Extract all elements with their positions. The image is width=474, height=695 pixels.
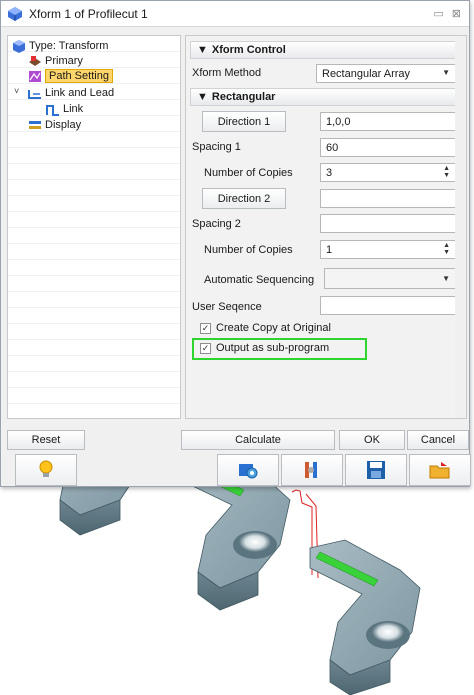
xform-app-icon xyxy=(8,6,22,21)
copies1-label: Number of Copies xyxy=(204,167,293,179)
properties-panel: ▼ Xform Control Xform Method Rectangular… xyxy=(185,35,467,419)
tree-item-type[interactable]: Type: Transform xyxy=(12,39,108,53)
xform-dialog: Xform 1 of Profilecut 1 ▭ ⊠ Type: Transf… xyxy=(0,0,471,487)
xform-control-header[interactable]: ▼ Xform Control xyxy=(190,41,460,59)
tree-item-path-setting[interactable]: Path Setting xyxy=(28,69,113,83)
sub-program-checkbox[interactable]: ✓ Output as sub-program xyxy=(200,342,329,354)
spacing2-field[interactable] xyxy=(320,214,456,233)
spinner-arrows-icon[interactable]: ▲ ▼ xyxy=(443,165,450,179)
link-lead-icon xyxy=(28,89,41,99)
ok-button[interactable]: OK xyxy=(339,430,405,450)
copies2-value: 1 xyxy=(326,243,333,256)
tools-icon xyxy=(305,462,317,478)
calculate-button[interactable]: Calculate xyxy=(181,430,335,450)
section-title: Xform Control xyxy=(211,44,286,56)
checkbox-checked-icon: ✓ xyxy=(200,322,211,334)
settings-icon xyxy=(239,464,258,479)
section-title: Rectangular xyxy=(211,91,276,103)
tree-item-label: Path Setting xyxy=(45,69,113,83)
close-icon[interactable]: ⊠ xyxy=(452,7,461,20)
spacing1-label: Spacing 1 xyxy=(192,141,241,153)
part-copy-3 xyxy=(309,539,421,695)
settings-button[interactable] xyxy=(217,454,279,486)
tree-item-label: Primary xyxy=(45,55,83,67)
direction1-button[interactable]: Direction 1 xyxy=(202,111,286,132)
tree-item-link-lead[interactable]: Link and Lead xyxy=(28,86,114,100)
tree-item-label: Display xyxy=(45,119,82,131)
title-bar: Xform 1 of Profilecut 1 ▭ ⊠ xyxy=(1,1,469,27)
copy-original-checkbox[interactable]: ✓ Create Copy at Original xyxy=(200,322,331,334)
hint-button[interactable] xyxy=(15,454,77,486)
reset-button[interactable]: Reset xyxy=(7,430,85,450)
tree-item-primary[interactable]: Primary xyxy=(28,54,83,68)
cancel-button[interactable]: Cancel xyxy=(407,430,469,450)
sub-program-label: Output as sub-program xyxy=(216,342,330,354)
window-title: Xform 1 of Profilecut 1 xyxy=(29,6,148,21)
primary-icon xyxy=(29,55,41,66)
xform-method-select[interactable]: Rectangular Array ▼ xyxy=(316,64,456,83)
rectangular-header[interactable]: ▼ Rectangular xyxy=(190,88,460,106)
window-controls: ▭ ⊠ xyxy=(433,7,461,20)
lightbulb-icon xyxy=(39,460,53,477)
restore-icon[interactable]: ▭ xyxy=(433,7,443,20)
collapse-icon[interactable]: ˅ xyxy=(14,86,19,96)
open-button[interactable] xyxy=(409,454,471,486)
spinner-arrows-icon[interactable]: ▲ ▼ xyxy=(443,242,450,256)
dropdown-arrow-icon: ▼ xyxy=(442,68,450,77)
tree-item-label: Type: Transform xyxy=(29,40,109,52)
copies2-label: Number of Copies xyxy=(204,244,293,256)
tree-item-display[interactable]: Display xyxy=(28,118,81,132)
direction1-field[interactable]: 1,0,0 xyxy=(320,112,456,131)
path-setting-icon xyxy=(29,70,41,82)
tree-item-link[interactable]: Link xyxy=(46,102,83,116)
link-icon xyxy=(46,104,59,116)
dropdown-arrow-icon: ▼ xyxy=(442,274,450,283)
operation-tree: Type: Transform Primary Path Setting ˅ L… xyxy=(7,35,181,419)
direction2-button[interactable]: Direction 2 xyxy=(202,188,286,209)
copies1-spinner[interactable]: 3 ▲ ▼ xyxy=(320,163,456,182)
checkbox-checked-icon: ✓ xyxy=(200,342,211,354)
panel-scrollbar[interactable] xyxy=(455,37,465,417)
tree-item-label: Link xyxy=(63,103,84,115)
collapse-arrow-icon: ▼ xyxy=(197,91,208,103)
user-seq-field[interactable] xyxy=(320,296,456,315)
save-icon xyxy=(367,461,385,479)
cube-icon xyxy=(13,39,25,53)
auto-seq-label: Automatic Sequencing xyxy=(204,274,315,286)
xform-method-label: Xform Method xyxy=(192,67,262,79)
open-folder-icon xyxy=(429,462,450,479)
save-button[interactable] xyxy=(345,454,407,486)
tools-button[interactable] xyxy=(281,454,343,486)
copies2-spinner[interactable]: 1 ▲ ▼ xyxy=(320,240,456,259)
spacing1-field[interactable]: 60 xyxy=(320,138,456,157)
spacing2-label: Spacing 2 xyxy=(192,218,241,230)
tree-item-label: Link and Lead xyxy=(45,87,115,99)
direction2-field[interactable] xyxy=(320,189,456,208)
display-icon xyxy=(29,120,41,129)
copies1-value: 3 xyxy=(326,166,333,179)
copy-original-label: Create Copy at Original xyxy=(216,322,331,334)
auto-seq-select[interactable]: ▼ xyxy=(324,268,456,289)
collapse-arrow-icon: ▼ xyxy=(197,44,208,56)
user-seq-label: User Seqence xyxy=(192,301,262,313)
xform-method-value: Rectangular Array xyxy=(322,67,411,80)
